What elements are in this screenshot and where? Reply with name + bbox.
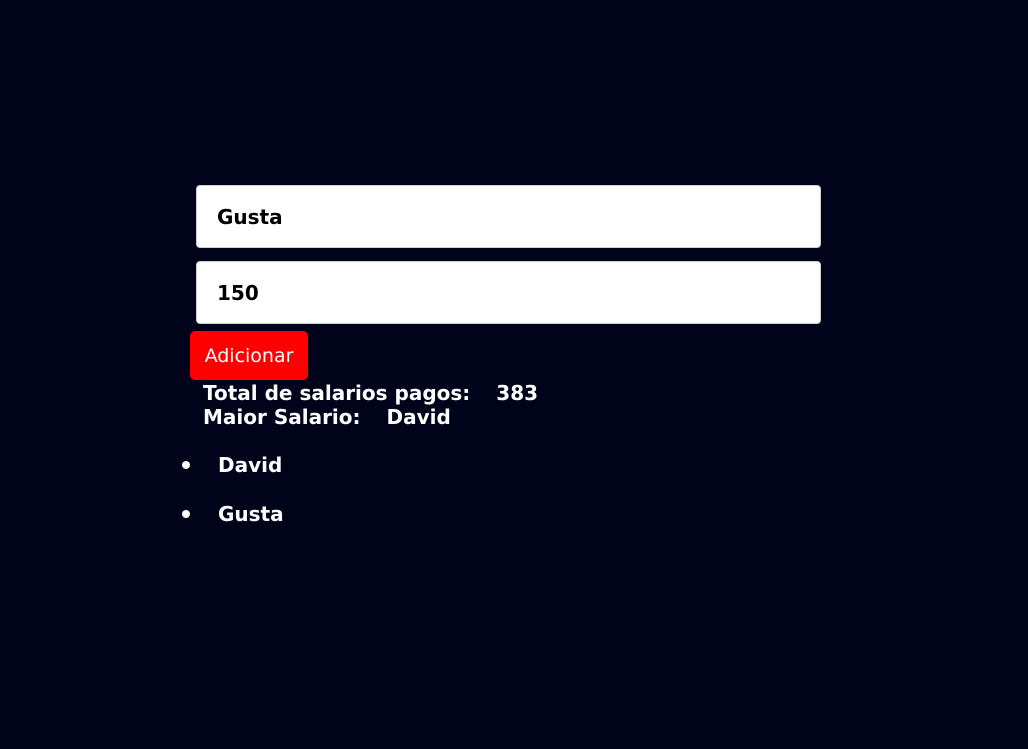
add-button[interactable]: Adicionar [190,331,308,380]
bullet-icon [182,509,190,518]
max-salary-label: Maior Salario: [203,405,361,429]
page: Adicionar Total de salarios pagos: 383 M… [0,0,1028,749]
name-input[interactable] [196,185,821,248]
total-salaries-row: Total de salarios pagos: 383 [203,381,538,405]
employee-list: David Gusta [176,451,284,549]
max-salary-row: Maior Salario: David [203,405,538,429]
bullet-icon [182,460,190,469]
max-salary-value: David [386,405,451,429]
total-salaries-label: Total de salarios pagos: [203,381,471,405]
total-salaries-value: 383 [496,381,539,405]
list-item: Gusta [176,500,284,549]
salary-summary: Total de salarios pagos: 383 Maior Salar… [203,381,538,429]
list-item: David [176,451,284,500]
employee-name: Gusta [218,502,284,526]
employee-name: David [218,453,283,477]
salary-input[interactable] [196,261,821,324]
